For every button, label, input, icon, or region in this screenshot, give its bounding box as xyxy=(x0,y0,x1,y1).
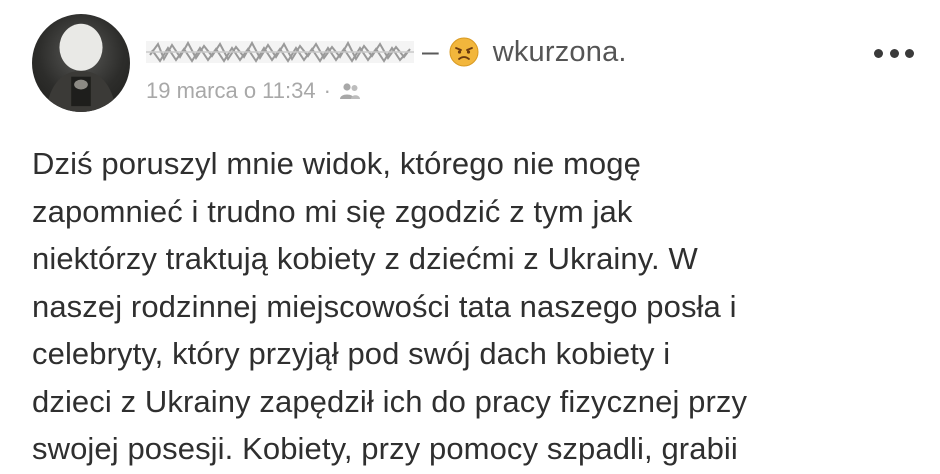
more-dot xyxy=(874,48,883,58)
post-text-line: Dziś poruszyl mnie widok, którego nie mo… xyxy=(32,146,641,181)
post-header: ████████ █████ – wkurzona. xyxy=(146,30,627,74)
post-text-line: niektórzy traktują kobiety z dziećmi z U… xyxy=(32,241,698,276)
more-dot xyxy=(905,48,914,58)
avatar[interactable] xyxy=(32,14,130,112)
post-meta: 19 marca o 11:34 · xyxy=(146,78,361,104)
post-text-line: naszej rodzinnej miejscowości tata nasze… xyxy=(32,288,737,324)
friends-icon[interactable] xyxy=(339,82,361,100)
facebook-post: ████████ █████ – wkurzona. 19 marca o 11… xyxy=(0,0,940,474)
redacted-scribble xyxy=(146,40,414,63)
meta-separator: · xyxy=(323,78,331,103)
feeling-label: wkurzona. xyxy=(492,35,627,68)
header-dash: – xyxy=(422,35,439,68)
angry-face-emoji-icon xyxy=(449,37,479,67)
post-timestamp[interactable]: 19 marca o 11:34 xyxy=(146,78,316,104)
post-text-line: zapomnieć i trudno mi się zgodzić z tym … xyxy=(32,193,633,229)
post-body: Dziś poruszyl mnie widok, którego nie mo… xyxy=(32,140,932,473)
post-text-line: swojej posesji. Kobiety, przy pomocy szp… xyxy=(32,431,738,466)
post-text-line: dzieci z Ukrainy zapędził ich do pracy f… xyxy=(32,383,748,419)
author-name-redacted[interactable]: ████████ █████ xyxy=(146,35,414,69)
avatar-image xyxy=(45,23,117,112)
more-dot xyxy=(889,48,899,58)
post-text-line: celebryty, który przyjął pod swój dach k… xyxy=(32,336,671,371)
more-options-icon[interactable] xyxy=(874,46,914,60)
